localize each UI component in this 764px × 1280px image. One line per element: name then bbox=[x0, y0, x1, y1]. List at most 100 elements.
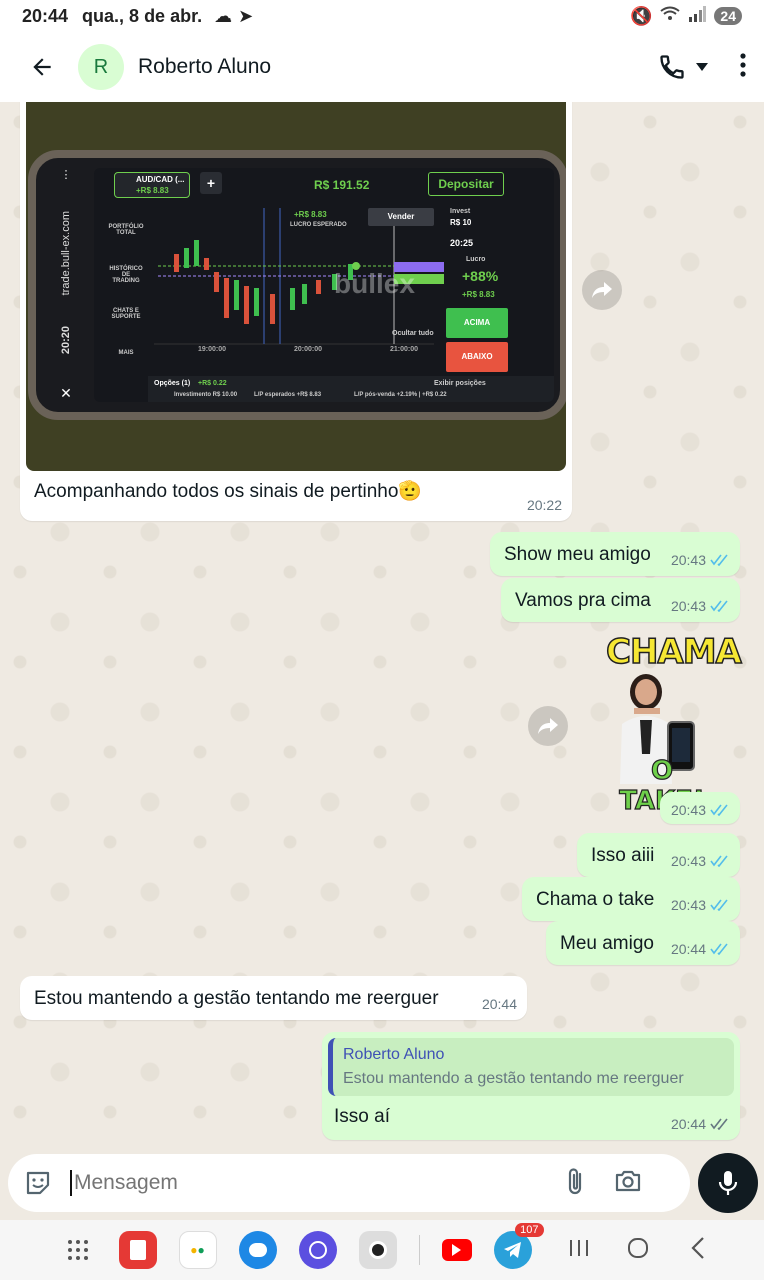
photo-timer: 20:25 bbox=[450, 238, 474, 248]
notes-app-icon[interactable] bbox=[118, 1231, 157, 1269]
photo-sell: Vender bbox=[368, 208, 434, 226]
message-text: Show meu amigo bbox=[504, 544, 651, 565]
photo-up-button: ACIMA bbox=[446, 308, 508, 338]
forward-arrow-icon bbox=[538, 718, 558, 734]
message-time: 20:44 bbox=[481, 996, 517, 1012]
telegram-app-icon[interactable]: 107 bbox=[493, 1223, 544, 1269]
outgoing-message[interactable]: Vamos pra cima 20:43 bbox=[501, 578, 740, 622]
photo-lp-expected: L/P esperados +R$ 8.83 bbox=[254, 392, 322, 398]
messages-app-icon[interactable] bbox=[238, 1231, 277, 1269]
bixby-app-icon[interactable]: ● ● bbox=[178, 1231, 217, 1269]
browser-app-icon[interactable] bbox=[298, 1231, 337, 1269]
system-back-button[interactable] bbox=[690, 1236, 706, 1265]
incoming-message[interactable]: Estou mantendo a gestão tentando me reer… bbox=[20, 976, 527, 1020]
double-check-icon bbox=[710, 804, 728, 816]
double-check-icon bbox=[710, 600, 728, 612]
recent-apps-button[interactable] bbox=[568, 1238, 590, 1263]
microphone-icon bbox=[718, 1171, 738, 1195]
photo-time-3: 21:00:00 bbox=[390, 346, 419, 353]
battery-badge: 24 bbox=[714, 7, 742, 25]
sticker-emoji-icon bbox=[26, 1171, 50, 1195]
youtube-app-icon[interactable] bbox=[441, 1239, 472, 1261]
message-time: 20:43 bbox=[670, 552, 706, 568]
avatar[interactable]: R bbox=[78, 44, 124, 90]
outgoing-message[interactable]: Isso aiii 20:43 bbox=[577, 833, 740, 877]
camera-icon bbox=[615, 1170, 641, 1191]
message-text: Isso aí bbox=[334, 1106, 390, 1127]
photo-lp-after: L/P pós-venda +2.19% | +R$ 0.22 bbox=[354, 392, 447, 398]
home-icon bbox=[627, 1237, 648, 1258]
photo-profit-pct: +88% bbox=[462, 268, 499, 284]
reply-message[interactable]: Roberto Aluno Estou mantendo a gestão te… bbox=[322, 1032, 740, 1140]
paperclip-icon bbox=[568, 1167, 582, 1194]
emoji-button[interactable] bbox=[24, 1169, 52, 1197]
sticker-time-pill: 20:43 bbox=[660, 792, 740, 824]
photo-clock: 20:20 bbox=[60, 326, 72, 355]
photo-invest-value: R$ 10 bbox=[450, 218, 472, 227]
photo-investment: Investimento R$ 10.00 bbox=[174, 392, 238, 398]
photo-time-1: 19:00:00 bbox=[198, 346, 227, 353]
app-drawer-icon[interactable] bbox=[59, 1231, 97, 1269]
home-button[interactable] bbox=[626, 1236, 650, 1265]
signal-icon bbox=[688, 5, 707, 27]
status-time: 20:44 bbox=[22, 5, 69, 26]
forward-button[interactable] bbox=[528, 706, 568, 746]
outgoing-message[interactable]: Chama o take 20:43 bbox=[522, 877, 740, 921]
photo-down-button: ABAIXO bbox=[446, 342, 508, 372]
attach-button[interactable] bbox=[564, 1166, 586, 1201]
contact-name[interactable]: Roberto Aluno bbox=[138, 55, 271, 79]
message-text: Meu amigo bbox=[560, 933, 654, 954]
more-options-button[interactable] bbox=[740, 52, 746, 82]
chat-header: R Roberto Aluno bbox=[0, 32, 764, 102]
photo-menu-icon: ⋮ bbox=[60, 169, 72, 181]
phone-in-photo: ⋮ trade.bull-ex.com 20:20 ✕ AUD/CAD (...… bbox=[28, 150, 566, 420]
sticker-message[interactable]: CHAMA O TAKE! bbox=[605, 631, 742, 816]
recent-apps-icon bbox=[569, 1239, 588, 1256]
outgoing-message[interactable]: Show meu amigo 20:43 bbox=[490, 532, 740, 576]
double-check-icon bbox=[710, 855, 728, 867]
navbar-divider bbox=[418, 1235, 420, 1265]
message-time: 20:43 bbox=[670, 802, 706, 818]
arrow-left-icon bbox=[33, 58, 51, 76]
photo-watermark: bullex bbox=[334, 268, 415, 299]
photo-expected-value: +R$ 8.83 bbox=[294, 210, 327, 219]
message-time: 20:22 bbox=[526, 497, 562, 513]
telegram-notification-icon: ➤ bbox=[238, 5, 254, 26]
quoted-message[interactable]: Roberto Aluno Estou mantendo a gestão te… bbox=[328, 1038, 734, 1096]
back-button[interactable] bbox=[12, 37, 72, 97]
double-check-icon bbox=[710, 554, 728, 566]
message-time: 20:43 bbox=[670, 897, 706, 913]
photo-expected-label: LUCRO ESPERADO bbox=[290, 222, 347, 228]
photo-time-2: 20:00:00 bbox=[294, 346, 323, 353]
photo-options: Opções (1) bbox=[154, 380, 191, 387]
double-check-icon bbox=[710, 1118, 728, 1130]
incoming-image-message[interactable]: ⋮ trade.bull-ex.com 20:20 ✕ AUD/CAD (...… bbox=[20, 102, 572, 521]
trading-screenshot-photo[interactable]: ⋮ trade.bull-ex.com 20:20 ✕ AUD/CAD (...… bbox=[26, 102, 566, 471]
text-caret bbox=[70, 1170, 72, 1196]
chat-area[interactable]: ⋮ trade.bull-ex.com 20:20 ✕ AUD/CAD (...… bbox=[0, 102, 764, 1150]
message-composer bbox=[8, 1154, 690, 1212]
forward-button[interactable] bbox=[582, 270, 622, 310]
cloud-icon: ☁ bbox=[214, 5, 233, 26]
chevron-left-icon bbox=[690, 1236, 704, 1259]
quoted-text: Estou mantendo a gestão tentando me reer… bbox=[343, 1070, 684, 1087]
double-check-icon bbox=[710, 943, 728, 955]
kebab-menu-icon bbox=[740, 52, 746, 77]
mute-icon: 🔇 bbox=[630, 5, 653, 26]
message-time: 20:43 bbox=[670, 853, 706, 869]
camera-button[interactable] bbox=[614, 1169, 642, 1198]
outgoing-message[interactable]: Meu amigo 20:44 bbox=[546, 921, 740, 965]
message-time: 20:43 bbox=[670, 598, 706, 614]
call-button[interactable] bbox=[658, 53, 708, 81]
voice-record-button[interactable] bbox=[698, 1153, 758, 1213]
message-input[interactable] bbox=[74, 1171, 554, 1195]
photo-options-value: +R$ 0.22 bbox=[198, 380, 227, 387]
photo-invest-label: Invest bbox=[450, 208, 471, 215]
photo-profit-label: Lucro bbox=[466, 256, 486, 263]
camera-app-icon[interactable] bbox=[358, 1231, 397, 1269]
message-text: Chama o take bbox=[536, 889, 655, 910]
photo-hide-all: Ocultar tudo bbox=[392, 330, 434, 337]
quoted-author: Roberto Aluno bbox=[343, 1046, 445, 1063]
telegram-badge: 107 bbox=[515, 1223, 544, 1237]
message-text: Vamos pra cima bbox=[515, 590, 651, 611]
